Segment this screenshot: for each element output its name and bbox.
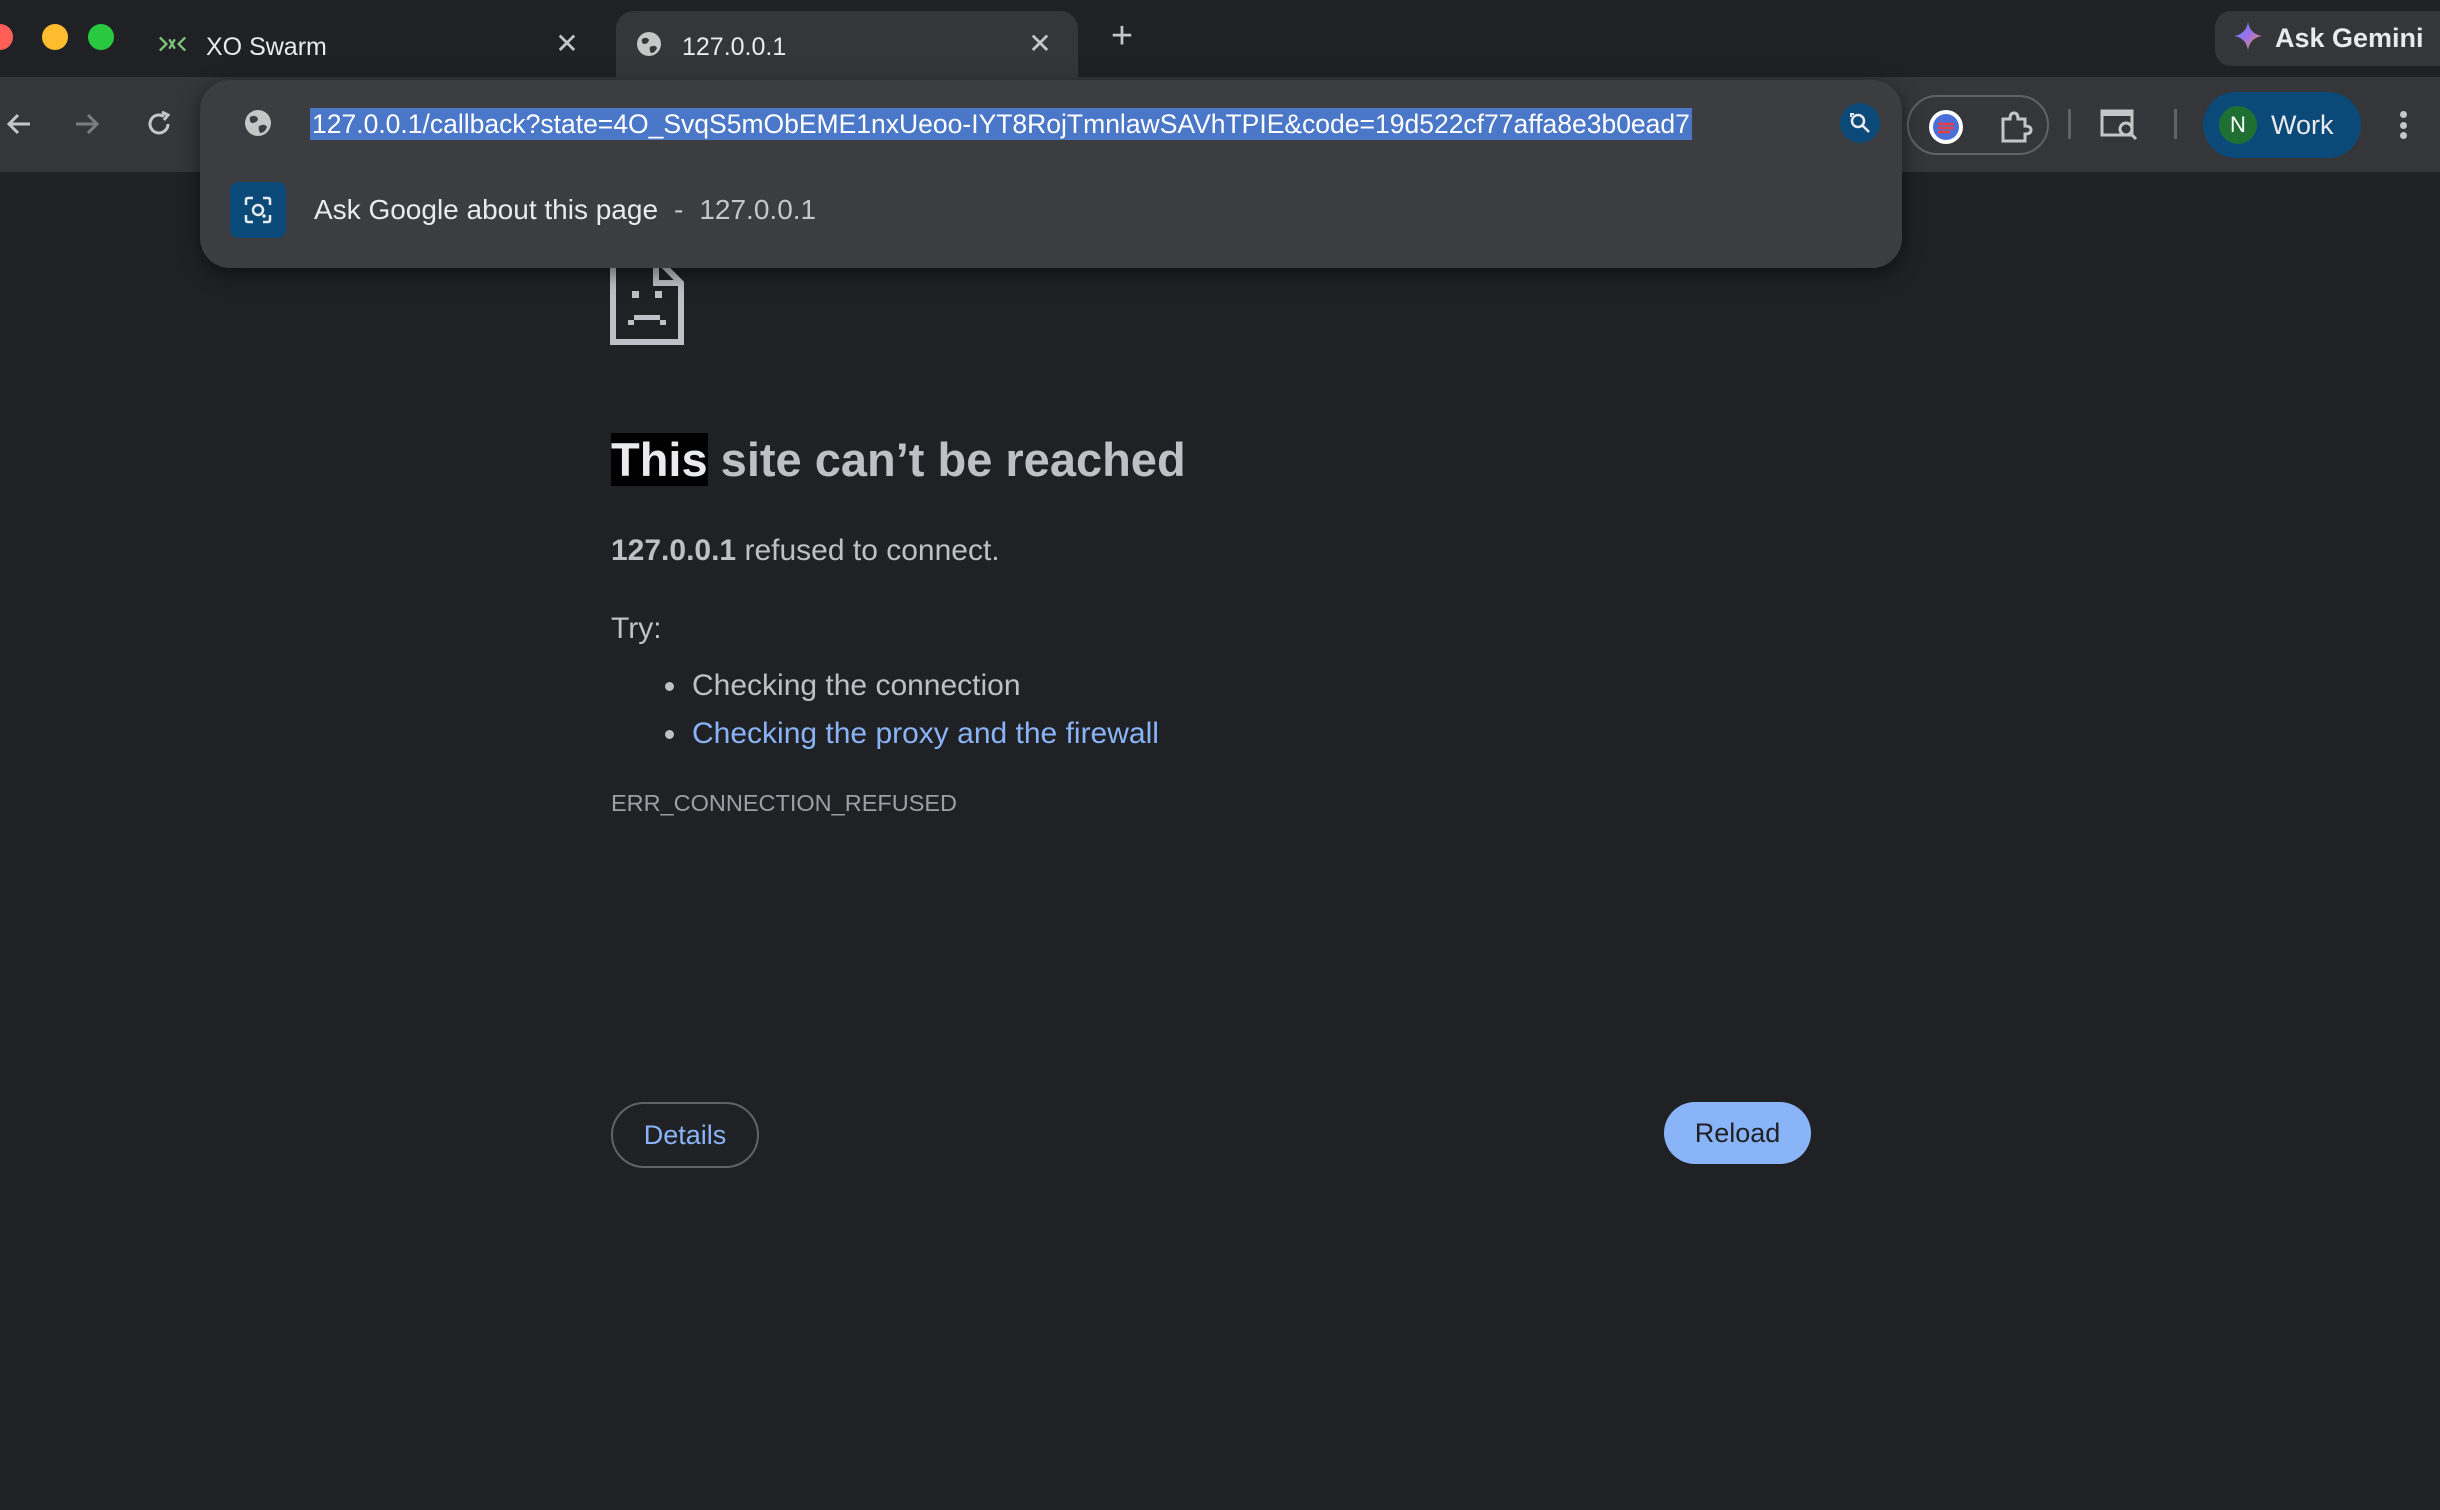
error-page <box>0 172 2440 1510</box>
google-lens-icon <box>230 182 286 238</box>
try-label: Try: <box>611 612 662 645</box>
reload-button[interactable]: Reload <box>1664 1102 1811 1164</box>
lens-search-icon[interactable] <box>1840 103 1880 143</box>
refused-host: 127.0.0.1 <box>611 534 737 567</box>
suggestion-host: 127.0.0.1 <box>699 194 817 225</box>
toolbar-divider <box>2174 109 2177 139</box>
tip-check-proxy-link[interactable]: Checking the proxy and the firewall <box>665 710 1159 758</box>
extensions-group <box>1907 95 2049 155</box>
error-code: ERR_CONNECTION_REFUSED <box>611 790 958 816</box>
tab-close-icon[interactable]: ✕ <box>1022 25 1058 61</box>
globe-icon <box>634 31 664 57</box>
sad-page-icon <box>610 255 684 345</box>
tab-title: XO Swarm <box>206 33 327 61</box>
reload-toolbar-button[interactable] <box>134 99 184 149</box>
refused-message: 127.0.0.1 refused to connect. <box>611 534 1000 568</box>
omnibox-dropdown: 127.0.0.1/callback?state=4O_SvqS5mObEME1… <box>200 80 1902 268</box>
extension-icon[interactable] <box>1929 110 1963 144</box>
tip-check-connection: Checking the connection <box>665 662 1159 710</box>
toolbar-divider <box>2068 109 2071 139</box>
avatar: N <box>2219 106 2257 144</box>
suggestion-separator: - <box>674 194 684 225</box>
forward-arrow-icon <box>76 113 100 135</box>
refused-text: refused to connect. <box>736 534 1000 567</box>
details-button[interactable]: Details <box>611 1102 759 1168</box>
globe-icon <box>245 110 271 136</box>
ask-gemini-label: Ask Gemini <box>2275 23 2424 53</box>
reload-icon <box>148 110 171 135</box>
address-bar[interactable]: 127.0.0.1/callback?state=4O_SvqS5mObEME1… <box>310 108 1692 140</box>
profile-label: Work <box>2271 109 2334 140</box>
tab-xo-swarm[interactable]: XO Swarm ✕ <box>140 11 605 77</box>
kebab-menu-icon[interactable] <box>2388 107 2418 143</box>
ask-gemini-button[interactable]: Ask Gemini <box>2215 11 2440 66</box>
suggestion-text: Ask Google about this page <box>314 194 659 225</box>
heading-highlight: This <box>611 433 708 486</box>
xo-swarm-icon <box>158 31 188 57</box>
omnibox-suggestion[interactable]: Ask Google about this page - 127.0.0.1 <box>230 180 1872 240</box>
window-close-button[interactable] <box>0 24 13 50</box>
gemini-sparkle-icon <box>2233 21 2263 56</box>
forward-button[interactable] <box>62 99 112 149</box>
tab-title: 127.0.0.1 <box>682 33 787 61</box>
back-arrow-icon <box>6 113 30 135</box>
window-minimize-button[interactable] <box>42 24 68 50</box>
back-button[interactable] <box>0 99 44 149</box>
error-heading: This site can’t be reached <box>611 432 1186 487</box>
heading-rest: site can’t be reached <box>707 433 1186 486</box>
suggestion-list: Checking the connection Checking the pro… <box>665 662 1159 758</box>
new-tab-button[interactable]: + <box>1100 14 1144 58</box>
window-zoom-button[interactable] <box>88 24 114 50</box>
puzzle-piece-icon[interactable] <box>1997 109 2033 145</box>
tab-127-0-0-1[interactable]: 127.0.0.1 ✕ <box>616 11 1078 77</box>
tab-strip: XO Swarm ✕ 127.0.0.1 ✕ + Ask Gemini <box>0 0 2440 77</box>
profile-chip[interactable]: N Work <box>2203 92 2361 158</box>
tab-search-icon[interactable] <box>2100 107 2140 143</box>
url-text[interactable]: 127.0.0.1/callback?state=4O_SvqS5mObEME1… <box>310 108 1692 140</box>
tab-close-icon[interactable]: ✕ <box>549 25 585 61</box>
